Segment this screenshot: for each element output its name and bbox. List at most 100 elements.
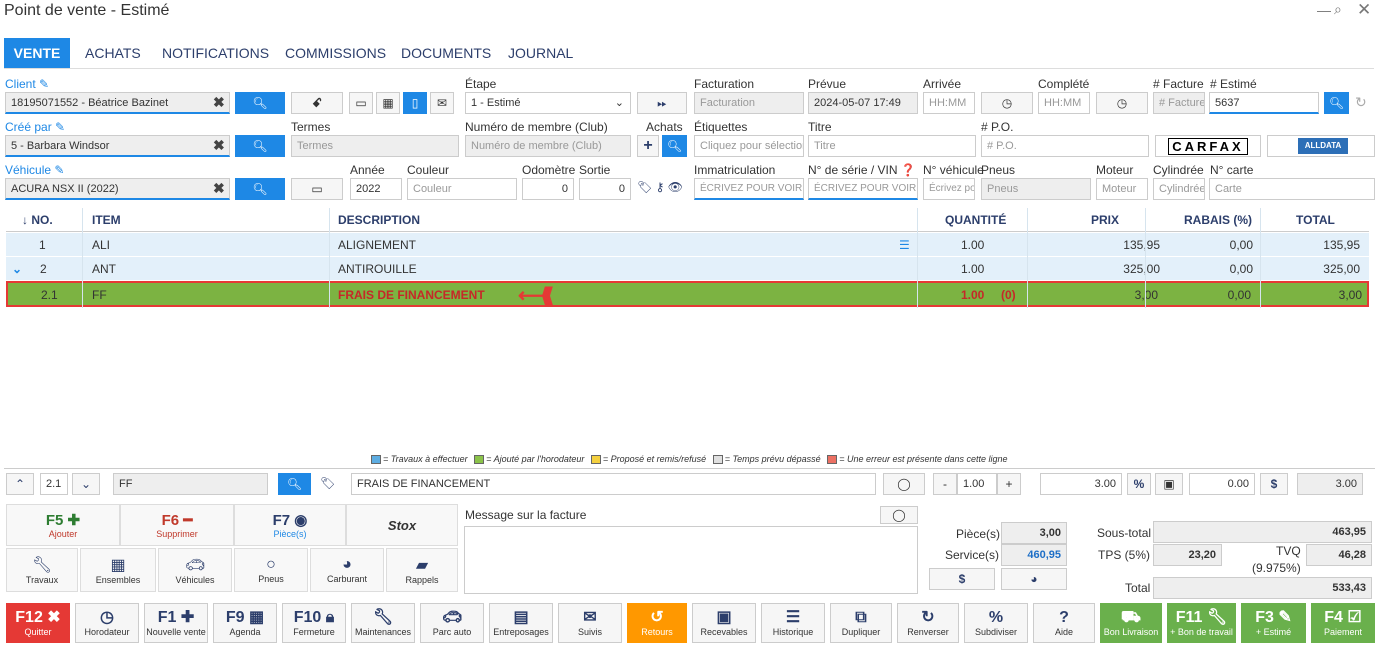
- moteur-input[interactable]: Moteur: [1096, 178, 1148, 200]
- email-button[interactable]: ✉: [430, 92, 454, 114]
- tab-commissions[interactable]: COMMISSIONS: [285, 45, 386, 61]
- couleur-input[interactable]: Couleur: [407, 178, 517, 200]
- bon-travail-button[interactable]: F11 🔧︎ + Bon de travail: [1167, 603, 1236, 643]
- add-button[interactable]: F5 ✚ Ajouter: [6, 504, 120, 546]
- next-line-button[interactable]: ⌄: [72, 473, 100, 495]
- horodateur-button[interactable]: ◷ Horodateur: [75, 603, 139, 643]
- tag-icon[interactable]: 🏷︎: [637, 180, 652, 194]
- retours-button[interactable]: ↺ Retours: [627, 603, 687, 643]
- tab-notifications[interactable]: NOTIFICATIONS: [162, 45, 269, 61]
- prev-line-button[interactable]: ⌃: [6, 473, 34, 495]
- eye-icon[interactable]: 👁︎: [668, 180, 683, 194]
- etape-select[interactable]: 1 - Estimé ⌄: [465, 92, 631, 114]
- client-label[interactable]: Client ✎: [5, 77, 49, 91]
- dollar-button[interactable]: $: [1260, 473, 1288, 495]
- refresh-icon[interactable]: ↻: [1355, 94, 1367, 111]
- tab-achats[interactable]: ACHATS: [85, 45, 141, 61]
- close-icon[interactable]: ✕: [1357, 0, 1371, 20]
- titre-input[interactable]: Titre: [808, 135, 976, 157]
- renverser-button[interactable]: ↻ Renverser: [897, 603, 959, 643]
- parc-auto-button[interactable]: 🚗︎ Parc auto: [420, 603, 484, 643]
- search-item-button[interactable]: 🔍︎: [278, 473, 311, 495]
- tag-icon[interactable]: 🏷︎: [320, 476, 335, 490]
- tab-documents[interactable]: DOCUMENTS: [401, 45, 491, 61]
- vehicule-note-button[interactable]: ▭: [291, 178, 343, 200]
- binoculars-button[interactable]: ꗃ: [291, 92, 343, 114]
- ncarte-input[interactable]: Carte: [1209, 178, 1375, 200]
- vehicule-input[interactable]: ACURA NSX II (2022): [5, 178, 230, 200]
- cash-button[interactable]: ▣: [1155, 473, 1183, 495]
- immat-input[interactable]: ÉCRIVEZ POUR VOIR L: [694, 178, 804, 200]
- search-estime-button[interactable]: 🔍︎: [1324, 92, 1349, 114]
- item-description-input[interactable]: FRAIS DE FINANCEMENT: [351, 473, 876, 495]
- termes-input[interactable]: Termes: [291, 135, 459, 157]
- membre-input[interactable]: Numéro de membre (Club): [465, 135, 631, 157]
- message-comment-button[interactable]: ◯: [880, 506, 918, 524]
- facture-input[interactable]: # Facture: [1153, 92, 1205, 114]
- cree-par-input[interactable]: 5 - Barbara Windsor: [5, 135, 230, 157]
- new-sale-button[interactable]: F1 ✚ Nouvelle vente: [144, 603, 208, 643]
- subdiviser-button[interactable]: % Subdiviser: [964, 603, 1028, 643]
- vin-input[interactable]: ÉCRIVEZ POUR VOIR L: [808, 178, 918, 200]
- etiquettes-select[interactable]: Cliquez pour sélection: [694, 135, 804, 157]
- aide-button[interactable]: ? Aide: [1033, 603, 1095, 643]
- percent-button[interactable]: %: [1127, 473, 1151, 495]
- price-input[interactable]: 3.00: [1040, 473, 1122, 495]
- clear-vehicule-icon[interactable]: ✖: [213, 180, 225, 197]
- entreposages-button[interactable]: ▤ Entreposages: [489, 603, 553, 643]
- chevron-down-icon[interactable]: ⌄: [12, 262, 22, 276]
- arrivee-input[interactable]: HH:MM: [923, 92, 975, 114]
- mobile-button[interactable]: ▯: [403, 92, 427, 114]
- odometre-input[interactable]: 0: [522, 178, 574, 200]
- search-cree-par-button[interactable]: 🔍︎: [235, 135, 285, 157]
- cylindree-input[interactable]: Cylindrée: [1153, 178, 1205, 200]
- carburant-button[interactable]: ◕ Carburant: [310, 548, 384, 592]
- item-code-input[interactable]: FF: [113, 473, 268, 495]
- fermeture-button[interactable]: F10 🔒︎ Fermeture: [282, 603, 346, 643]
- estime-input[interactable]: 5637: [1209, 92, 1319, 114]
- vehicules-button[interactable]: 🚗︎ Véhicules: [158, 548, 232, 592]
- clear-client-icon[interactable]: ✖: [213, 94, 225, 111]
- carfax-logo[interactable]: CARFAX: [1155, 135, 1261, 157]
- agenda-button[interactable]: F9 ▦ Agenda: [213, 603, 277, 643]
- travaux-button[interactable]: 🔧︎ Travaux: [6, 548, 78, 592]
- arrivee-clock-button[interactable]: ◷: [981, 92, 1033, 114]
- table-row[interactable]: 2.1 FF FRAIS DE FINANCEMENT ⟵⟨⟨⟨⟨ 1.00 (…: [6, 281, 1369, 307]
- prevue-input[interactable]: 2024-05-07 17:49: [808, 92, 918, 114]
- dupliquer-button[interactable]: ⧉ Dupliquer: [830, 603, 892, 643]
- pneus-button[interactable]: ○ Pneus: [234, 548, 308, 592]
- table-row[interactable]: 1 ALI ALIGNEMENT ☰ 1.00 135,95 0,00 135,…: [6, 233, 1369, 257]
- historique-button[interactable]: ☰ Historique: [761, 603, 825, 643]
- delete-button[interactable]: F6 ━ Supprimer: [120, 504, 234, 546]
- search-client-button[interactable]: 🔍︎: [235, 92, 285, 114]
- bon-livraison-button[interactable]: ⛟ Bon Livraison: [1100, 603, 1162, 643]
- alldata-button[interactable]: ALLDATA: [1267, 135, 1375, 157]
- message-textarea[interactable]: [464, 526, 918, 594]
- search-achat-button[interactable]: 🔍︎: [662, 135, 687, 157]
- ensembles-button[interactable]: ▦ Ensembles: [80, 548, 156, 592]
- suivis-button[interactable]: ✉ Suivis: [558, 603, 622, 643]
- maintenances-button[interactable]: 🔧︎ Maintenances: [351, 603, 415, 643]
- tab-vente[interactable]: VENTE: [4, 38, 70, 68]
- quit-button[interactable]: F12 ✖ Quitter: [6, 603, 70, 643]
- clear-cree-par-icon[interactable]: ✖: [213, 137, 225, 154]
- stox-button[interactable]: Stox: [346, 504, 458, 546]
- po-input[interactable]: # P.O.: [981, 135, 1149, 157]
- dollar-total-button[interactable]: $: [929, 568, 995, 590]
- tab-journal[interactable]: JOURNAL: [508, 45, 573, 61]
- complete-input[interactable]: HH:MM: [1038, 92, 1090, 114]
- qty-plus-button[interactable]: +: [997, 473, 1021, 495]
- advance-step-button[interactable]: ⏩︎: [637, 92, 687, 114]
- list-icon[interactable]: ☰: [899, 238, 910, 252]
- qty-minus-button[interactable]: -: [933, 473, 957, 495]
- annee-input[interactable]: 2022: [350, 178, 402, 200]
- search-vehicule-button[interactable]: 🔍︎: [235, 178, 285, 200]
- recevables-button[interactable]: ▣ Recevables: [692, 603, 756, 643]
- rabais-input[interactable]: 0.00: [1189, 473, 1255, 495]
- estime-button[interactable]: F3 ✎ + Estimé: [1241, 603, 1306, 643]
- key-icon[interactable]: ⚷: [656, 180, 665, 194]
- cree-par-label[interactable]: Créé par ✎: [5, 120, 65, 134]
- qty-input[interactable]: 1.00: [957, 473, 997, 495]
- rappels-button[interactable]: ▰ Rappels: [386, 548, 458, 592]
- sortie-input[interactable]: 0: [579, 178, 631, 200]
